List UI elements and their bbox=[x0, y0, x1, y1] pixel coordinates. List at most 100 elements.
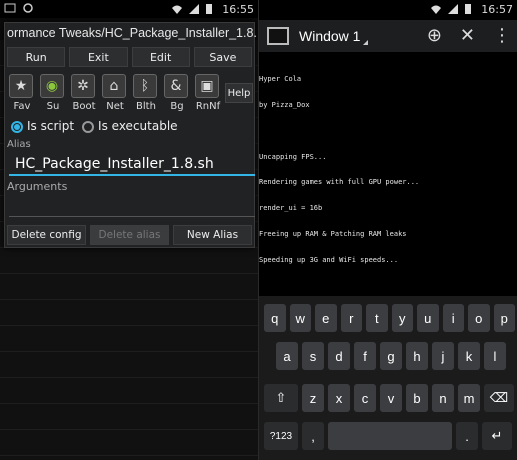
key-c[interactable]: c bbox=[354, 384, 376, 412]
key-b[interactable]: b bbox=[406, 384, 428, 412]
is-executable-radio[interactable]: Is executable bbox=[82, 119, 178, 133]
enter-icon: ↵ bbox=[491, 428, 503, 443]
action-buttons: Run Exit Edit Save bbox=[7, 47, 252, 67]
backspace-key[interactable]: ⌫ bbox=[484, 384, 514, 412]
key-z[interactable]: z bbox=[302, 384, 324, 412]
bluetooth-icon: ᛒ bbox=[133, 74, 157, 98]
is-executable-label: Is executable bbox=[98, 119, 178, 133]
rnnf-category[interactable]: ▣ RnNf bbox=[195, 74, 221, 112]
key-d[interactable]: d bbox=[328, 342, 350, 370]
terminal-line: Freeing up RAM & Patching RAM leaks bbox=[259, 229, 407, 238]
alias-label: Alias bbox=[7, 139, 31, 150]
key-v[interactable]: v bbox=[380, 384, 402, 412]
fav-category[interactable]: ★ Fav bbox=[9, 74, 35, 112]
status-time: 16:55 bbox=[222, 2, 254, 16]
key-j[interactable]: j bbox=[432, 342, 454, 370]
boot-category[interactable]: ✲ Boot bbox=[71, 74, 97, 112]
terminal-line: Rendering games with full GPU power... bbox=[259, 178, 420, 187]
right-screen: 16:57 Window 1 ⊕ ✕ ⋮ Hyper Cola by Pizza… bbox=[259, 0, 517, 460]
net-label: Net bbox=[106, 101, 124, 112]
battery-icon bbox=[205, 3, 217, 15]
is-script-radio[interactable]: Is script bbox=[11, 119, 74, 133]
key-w[interactable]: w bbox=[289, 304, 311, 332]
key-t[interactable]: t bbox=[366, 304, 388, 332]
is-script-label: Is script bbox=[27, 119, 75, 133]
key-l[interactable]: l bbox=[484, 342, 506, 370]
bg-label: Bg bbox=[170, 101, 184, 112]
overflow-menu-icon[interactable]: ⋮ bbox=[493, 25, 511, 46]
window-selector[interactable]: Window 1 bbox=[299, 28, 360, 44]
terminal-line: Speeding up 3G and WiFi speeds... bbox=[259, 255, 399, 264]
save-button[interactable]: Save bbox=[193, 47, 252, 67]
key-r[interactable]: r bbox=[340, 304, 362, 332]
close-icon[interactable]: ✕ bbox=[460, 25, 475, 46]
blth-label: Blth bbox=[136, 101, 156, 112]
alias-input[interactable]: HC_Package_Installer_1.8.sh bbox=[9, 154, 255, 176]
key-u[interactable]: u bbox=[417, 304, 439, 332]
key-e[interactable]: e bbox=[315, 304, 337, 332]
alias-buttons: Delete config Delete alias New Alias bbox=[7, 225, 252, 245]
backspace-icon: ⌫ bbox=[489, 390, 509, 405]
key-f[interactable]: f bbox=[354, 342, 376, 370]
symbols-key[interactable]: ?123 bbox=[264, 422, 298, 450]
add-window-icon[interactable]: ⊕ bbox=[427, 25, 442, 46]
status-bar: 16:57 bbox=[259, 0, 517, 18]
delete-config-button[interactable]: Delete config bbox=[7, 225, 86, 245]
key-k[interactable]: k bbox=[458, 342, 480, 370]
key-p[interactable]: p bbox=[493, 304, 515, 332]
net-category[interactable]: ⌂ Net bbox=[102, 74, 128, 112]
battery-icon bbox=[464, 3, 476, 15]
sync-icon bbox=[22, 2, 34, 14]
terminal-output[interactable]: Hyper Cola by Pizza_Dox Uncapping FPS...… bbox=[259, 58, 517, 281]
left-screen: 16:55 ormance Tweaks/HC_Package_Installe… bbox=[0, 0, 258, 460]
new-alias-button[interactable]: New Alias bbox=[173, 225, 252, 245]
radio-checked-icon bbox=[11, 120, 23, 133]
key-s[interactable]: s bbox=[302, 342, 324, 370]
su-label: Su bbox=[46, 101, 60, 112]
notification-icon bbox=[4, 2, 16, 14]
category-icons: ★ Fav ◉ Su ✲ Boot ⌂ Net ᛒ Blth & Bg ▣ Rn… bbox=[9, 74, 221, 112]
arguments-label: Arguments bbox=[7, 180, 68, 193]
fav-label: Fav bbox=[13, 101, 31, 112]
star-icon: ★ bbox=[9, 74, 33, 98]
key-n[interactable]: n bbox=[432, 384, 454, 412]
comma-key[interactable]: , bbox=[302, 422, 324, 450]
signal-icon bbox=[447, 3, 459, 15]
key-g[interactable]: g bbox=[380, 342, 402, 370]
terminal-line: by Pizza_Dox bbox=[259, 100, 310, 109]
shift-key[interactable]: ⇧ bbox=[264, 384, 298, 412]
key-q[interactable]: q bbox=[264, 304, 286, 332]
key-h[interactable]: h bbox=[406, 342, 428, 370]
key-m[interactable]: m bbox=[458, 384, 480, 412]
period-key[interactable]: . bbox=[456, 422, 478, 450]
boot-label: Boot bbox=[72, 101, 96, 112]
key-x[interactable]: x bbox=[328, 384, 350, 412]
delete-alias-button[interactable]: Delete alias bbox=[90, 225, 169, 245]
su-category[interactable]: ◉ Su bbox=[40, 74, 66, 112]
terminal-line: Hyper Cola bbox=[259, 75, 302, 84]
bg-category[interactable]: & Bg bbox=[164, 74, 190, 112]
key-o[interactable]: o bbox=[468, 304, 490, 332]
edit-button[interactable]: Edit bbox=[131, 47, 190, 67]
key-y[interactable]: y bbox=[391, 304, 413, 332]
action-bar: Window 1 ⊕ ✕ ⋮ bbox=[259, 20, 517, 52]
shift-icon: ⇧ bbox=[275, 390, 287, 405]
blth-category[interactable]: ᛒ Blth bbox=[133, 74, 159, 112]
terminal-line: render_ui = 16b bbox=[259, 204, 323, 213]
dropdown-caret-icon bbox=[363, 39, 369, 45]
ampersand-icon: & bbox=[164, 74, 188, 98]
wifi-icon bbox=[171, 3, 183, 15]
android-icon: ◉ bbox=[40, 74, 64, 98]
enter-key[interactable]: ↵ bbox=[482, 422, 512, 450]
help-button[interactable]: Help bbox=[225, 83, 253, 103]
exit-button[interactable]: Exit bbox=[69, 47, 128, 67]
key-i[interactable]: i bbox=[442, 304, 464, 332]
key-a[interactable]: a bbox=[276, 342, 298, 370]
rnnf-label: RnNf bbox=[195, 101, 221, 112]
script-dialog: ormance Tweaks/HC_Package_Installer_1.8.… bbox=[4, 22, 257, 248]
arguments-input[interactable] bbox=[9, 195, 255, 217]
message-icon: ▣ bbox=[195, 74, 219, 98]
run-button[interactable]: Run bbox=[7, 47, 66, 67]
space-key[interactable] bbox=[328, 422, 452, 450]
